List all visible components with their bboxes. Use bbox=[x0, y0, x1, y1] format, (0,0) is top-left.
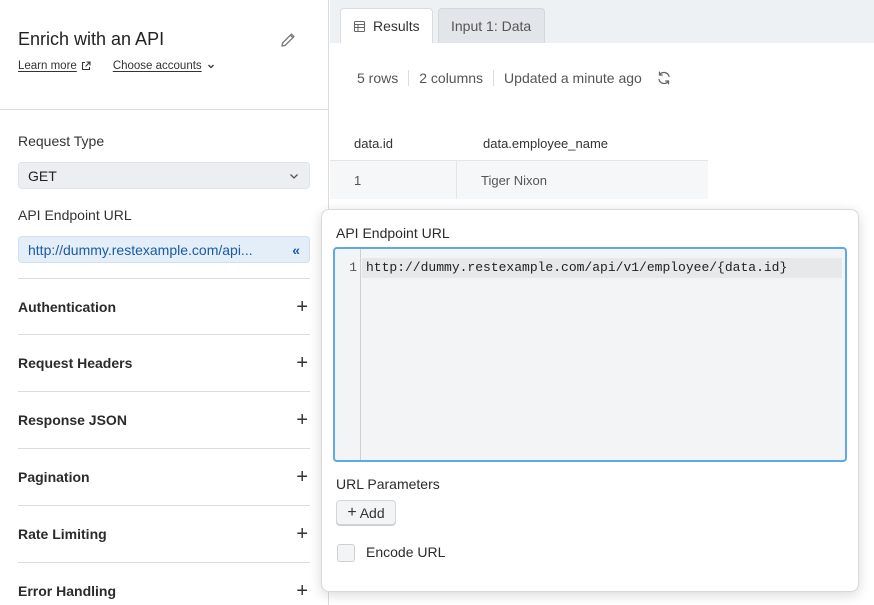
popover-title: API Endpoint URL bbox=[336, 225, 450, 241]
section-authentication[interactable]: Authentication + bbox=[18, 278, 310, 335]
plus-icon: + bbox=[296, 295, 308, 318]
step-title: Enrich with an API bbox=[18, 29, 165, 49]
tab-input-label: Input 1: Data bbox=[451, 18, 532, 34]
column-header[interactable]: data.employee_name bbox=[459, 126, 608, 160]
plus-icon: + bbox=[296, 351, 308, 374]
plus-icon: + bbox=[296, 579, 308, 602]
endpoint-url-field[interactable]: http://dummy.restexample.com/api... « bbox=[18, 236, 310, 263]
choose-accounts-label: Choose accounts bbox=[112, 60, 202, 72]
results-table: data.id data.employee_name 1 Tiger Nixon bbox=[330, 126, 708, 199]
section-label: Authentication bbox=[18, 299, 116, 315]
add-label: Add bbox=[359, 504, 385, 521]
url-parameters-label: URL Parameters bbox=[336, 476, 440, 492]
section-label: Request Headers bbox=[18, 355, 133, 371]
section-response-json[interactable]: Response JSON + bbox=[18, 391, 310, 448]
column-header[interactable]: data.id bbox=[330, 126, 459, 160]
tab-bar: Results Input 1: Data bbox=[330, 0, 874, 43]
table-cell: Tiger Nixon bbox=[456, 161, 708, 199]
line-gutter: 1 bbox=[335, 249, 361, 460]
endpoint-url-popover: API Endpoint URL 1 http://dummy.restexam… bbox=[321, 209, 859, 592]
tab-results[interactable]: Results bbox=[340, 8, 433, 43]
request-type-value: GET bbox=[28, 167, 57, 184]
section-label: Rate Limiting bbox=[18, 526, 107, 542]
encode-url-label: Encode URL bbox=[366, 544, 446, 560]
chevron-down-icon bbox=[290, 173, 298, 179]
updated-status: Updated a minute ago bbox=[493, 70, 652, 86]
learn-more-label: Learn more bbox=[18, 60, 77, 72]
endpoint-label: API Endpoint URL bbox=[18, 207, 132, 223]
url-code-editor[interactable]: 1 http://dummy.restexample.com/api/v1/em… bbox=[333, 247, 847, 462]
chevron-down-icon bbox=[207, 64, 214, 69]
table-cell: 1 bbox=[354, 173, 362, 188]
row-count: 5 rows bbox=[357, 70, 399, 86]
column-count: 2 columns bbox=[408, 70, 493, 86]
choose-accounts-link[interactable]: Choose accounts bbox=[113, 60, 216, 72]
external-link-icon bbox=[81, 61, 91, 71]
endpoint-url-value: http://dummy.restexample.com/api... bbox=[28, 241, 253, 258]
section-label: Pagination bbox=[18, 469, 90, 485]
results-stats: 5 rows 2 columns Updated a minute ago bbox=[357, 70, 672, 86]
add-parameter-button[interactable]: + Add bbox=[336, 500, 396, 525]
tab-input[interactable]: Input 1: Data bbox=[438, 8, 545, 43]
tab-results-label: Results bbox=[373, 18, 420, 34]
refresh-icon[interactable] bbox=[656, 70, 672, 86]
table-header: data.id data.employee_name bbox=[330, 126, 708, 160]
config-header: Enrich with an API Learn more Choose acc… bbox=[0, 0, 328, 110]
request-type-label: Request Type bbox=[18, 133, 105, 149]
section-label: Error Handling bbox=[18, 583, 117, 599]
table-icon bbox=[353, 20, 366, 32]
encode-url-checkbox[interactable] bbox=[337, 544, 355, 562]
collapse-icon[interactable]: « bbox=[292, 242, 300, 258]
table-row: 1 Tiger Nixon bbox=[330, 160, 708, 199]
plus-icon: + bbox=[296, 465, 308, 488]
plus-icon: + bbox=[296, 408, 308, 431]
config-panel: Enrich with an API Learn more Choose acc… bbox=[0, 0, 329, 605]
request-type-select[interactable]: GET bbox=[18, 162, 310, 189]
section-rate-limiting[interactable]: Rate Limiting + bbox=[18, 505, 310, 562]
learn-more-link[interactable]: Learn more bbox=[18, 60, 91, 72]
plus-icon: + bbox=[296, 522, 308, 545]
section-error-handling[interactable]: Error Handling + bbox=[18, 562, 310, 605]
code-line[interactable]: http://dummy.restexample.com/api/v1/empl… bbox=[362, 258, 842, 278]
section-pagination[interactable]: Pagination + bbox=[18, 448, 310, 505]
plus-icon: + bbox=[347, 503, 357, 521]
pencil-icon[interactable] bbox=[279, 31, 297, 49]
line-number: 1 bbox=[349, 260, 357, 275]
section-request-headers[interactable]: Request Headers + bbox=[18, 334, 310, 391]
section-label: Response JSON bbox=[18, 412, 127, 428]
